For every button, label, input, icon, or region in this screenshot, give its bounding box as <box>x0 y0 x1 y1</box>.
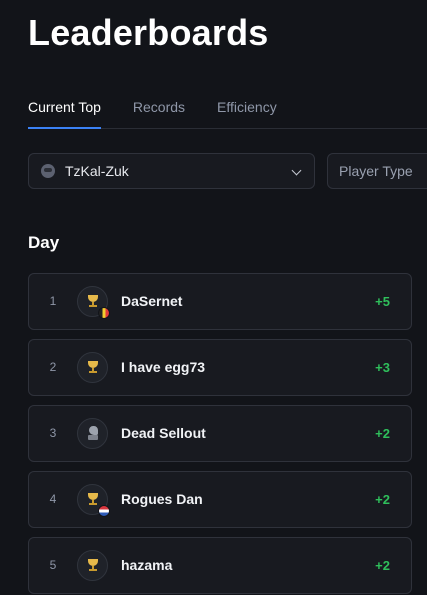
player-name[interactable]: Dead Sellout <box>121 425 206 441</box>
trophy-icon <box>87 493 99 506</box>
tab-current-top[interactable]: Current Top <box>28 96 101 129</box>
boss-select-value: TzKal-Zuk <box>65 163 129 179</box>
trophy-icon <box>87 295 99 308</box>
leaderboard-row[interactable]: 4 Rogues Dan +2 <box>28 471 412 528</box>
player-name[interactable]: hazama <box>121 557 172 573</box>
tab-efficiency[interactable]: Efficiency <box>217 96 277 129</box>
leaderboard-row[interactable]: 3 Dead Sellout +2 <box>28 405 412 462</box>
score-delta: +2 <box>375 426 390 441</box>
trophy-icon <box>87 361 99 374</box>
leaderboard-row[interactable]: 2 I have egg73 +3 <box>28 339 412 396</box>
score-delta: +2 <box>375 558 390 573</box>
boss-select[interactable]: TzKal-Zuk <box>28 153 315 189</box>
leaderboard-list: 1 DaSernet +5 2 I have egg73 +3 3 Dead S… <box>28 273 412 595</box>
score-delta: +3 <box>375 360 390 375</box>
player-name[interactable]: I have egg73 <box>121 359 205 375</box>
rank-number: 2 <box>49 360 57 374</box>
avatar <box>77 550 108 581</box>
rank-number: 4 <box>49 492 57 506</box>
player-name[interactable]: DaSernet <box>121 293 182 309</box>
avatar <box>77 484 110 517</box>
tzkal-zuk-icon <box>41 164 55 178</box>
player-name[interactable]: Rogues Dan <box>121 491 203 507</box>
avatar <box>77 352 108 383</box>
player-type-placeholder: Player Type <box>339 163 413 179</box>
rank-number: 5 <box>49 558 57 572</box>
knight-icon <box>87 426 99 441</box>
netherlands-flag-icon <box>98 505 110 517</box>
leaderboard-row[interactable]: 5 hazama +2 <box>28 537 412 594</box>
leaderboard-row[interactable]: 1 DaSernet +5 <box>28 273 412 330</box>
tab-bar: Current Top Records Efficiency <box>28 96 427 129</box>
rank-number: 1 <box>49 294 57 308</box>
belgium-flag-icon <box>98 307 110 319</box>
rank-number: 3 <box>49 426 57 440</box>
leaderboards-page: Leaderboards Current Top Records Efficie… <box>0 0 427 595</box>
score-delta: +2 <box>375 492 390 507</box>
trophy-icon <box>87 559 99 572</box>
tab-records[interactable]: Records <box>133 96 185 129</box>
avatar <box>77 418 108 449</box>
chevron-down-icon <box>291 165 302 176</box>
page-title: Leaderboards <box>28 12 269 53</box>
player-type-select[interactable]: Player Type <box>327 153 427 189</box>
section-title: Day <box>28 233 60 252</box>
avatar <box>77 286 110 319</box>
score-delta: +5 <box>375 294 390 309</box>
